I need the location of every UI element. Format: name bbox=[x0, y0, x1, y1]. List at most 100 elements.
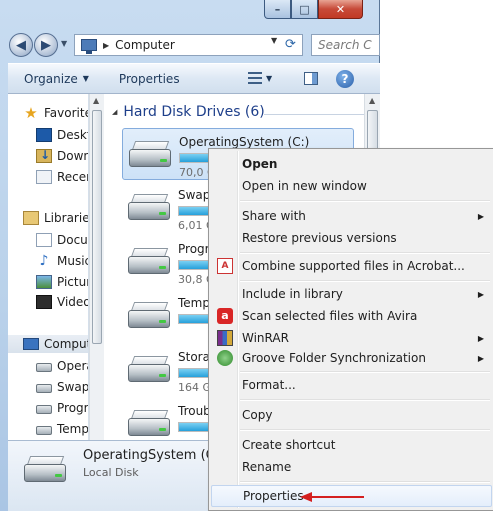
breadcrumb-separator-icon[interactable]: ▶ bbox=[103, 41, 109, 50]
view-list-icon bbox=[248, 72, 262, 84]
nav-item-drive-programs[interactable]: Programs bbox=[36, 399, 88, 417]
context-menu: Open Open in new window Share with ▶ Rest… bbox=[208, 148, 493, 511]
nav-scrollbar[interactable]: ▲ bbox=[89, 94, 104, 440]
libraries-icon bbox=[23, 211, 39, 225]
menu-item-groove[interactable]: Groove Folder Synchronization ▶ bbox=[211, 347, 492, 369]
address-bar[interactable]: ▶ Computer ▼ ⟳ bbox=[74, 34, 303, 56]
back-arrow-icon: ◀ bbox=[16, 37, 26, 53]
video-filmstrip-icon bbox=[36, 295, 52, 309]
preview-pane-icon[interactable] bbox=[304, 72, 318, 85]
address-dropdown-icon[interactable]: ▼ bbox=[271, 36, 277, 45]
scroll-up-icon[interactable]: ▲ bbox=[93, 96, 99, 105]
desktop-icon bbox=[36, 128, 52, 142]
menu-separator bbox=[240, 252, 490, 254]
chevron-down-icon: ▼ bbox=[82, 74, 89, 83]
hard-drive-icon bbox=[36, 384, 52, 393]
nav-item-videos[interactable]: Videos bbox=[36, 293, 88, 311]
maximize-button[interactable]: □ bbox=[291, 0, 318, 19]
nav-label: Downloads bbox=[57, 149, 89, 163]
command-bar: Organize ▼ Properties ▼ ? bbox=[8, 63, 380, 94]
forward-button[interactable]: ▶ bbox=[34, 33, 58, 57]
recent-places-icon bbox=[36, 170, 52, 184]
nav-item-pictures[interactable]: Pictures bbox=[36, 273, 88, 291]
menu-item-combine-acrobat[interactable]: A Combine supported files in Acrobat... bbox=[211, 255, 492, 277]
help-icon[interactable]: ? bbox=[336, 70, 354, 88]
menu-label: Create shortcut bbox=[242, 438, 336, 452]
nav-item-drive-swap[interactable]: Swap bbox=[36, 378, 89, 396]
computer-icon bbox=[23, 338, 39, 350]
caption-buttons: – □ ✕ bbox=[264, 0, 363, 20]
nav-item-drive-temp[interactable]: Temp bbox=[36, 420, 89, 438]
menu-item-rename[interactable]: Rename bbox=[211, 456, 492, 478]
nav-item-drive-os[interactable]: OperatingSystem (C:) bbox=[36, 357, 88, 375]
scroll-up-icon[interactable]: ▲ bbox=[369, 96, 375, 105]
group-divider bbox=[264, 114, 374, 115]
menu-item-share-with[interactable]: Share with ▶ bbox=[211, 205, 492, 227]
nav-item-favorites[interactable]: ★ Favorites bbox=[23, 104, 88, 122]
properties-label: Properties bbox=[118, 71, 180, 86]
menu-item-restore-previous[interactable]: Restore previous versions bbox=[211, 227, 492, 249]
organize-button[interactable]: Organize ▼ bbox=[24, 72, 89, 86]
submenu-arrow-icon: ▶ bbox=[477, 333, 484, 343]
hard-drive-icon bbox=[36, 426, 52, 435]
nav-item-downloads[interactable]: Downloads bbox=[36, 147, 89, 165]
nav-label: Swap bbox=[57, 380, 89, 394]
search-input[interactable]: Search C bbox=[311, 34, 380, 56]
music-note-icon: ♪ bbox=[39, 253, 49, 269]
properties-button[interactable]: Properties bbox=[119, 72, 180, 86]
nav-item-recent[interactable]: Recent Places bbox=[36, 168, 88, 186]
details-item-type: Local Disk bbox=[83, 466, 139, 479]
refresh-icon[interactable]: ⟳ bbox=[285, 37, 296, 52]
nav-item-computer[interactable]: Computer bbox=[8, 335, 88, 353]
change-view-button[interactable]: ▼ bbox=[248, 72, 272, 84]
nav-label: OperatingSystem (C:) bbox=[57, 359, 88, 373]
star-icon: ★ bbox=[24, 104, 38, 122]
menu-item-winrar[interactable]: WinRAR ▶ bbox=[211, 327, 492, 349]
drive-name: Temp bbox=[178, 296, 210, 310]
scrollbar-thumb[interactable] bbox=[92, 110, 102, 344]
acrobat-icon: A bbox=[217, 258, 233, 274]
nav-item-music[interactable]: ♪ Music bbox=[36, 252, 89, 270]
menu-item-open-new-window[interactable]: Open in new window bbox=[211, 175, 492, 197]
minimize-button[interactable]: – bbox=[264, 0, 291, 19]
groove-sync-icon bbox=[217, 350, 233, 366]
group-header[interactable]: ◢ Hard Disk Drives (6) bbox=[112, 104, 265, 120]
drive-name: Troub bbox=[178, 404, 211, 418]
details-item-name: OperatingSystem (C:) bbox=[83, 448, 225, 463]
hard-drive-icon bbox=[36, 363, 52, 372]
drive-free-space: 164 G bbox=[178, 381, 212, 394]
breadcrumb-computer[interactable]: Computer bbox=[115, 38, 175, 52]
nav-label: Music bbox=[57, 254, 89, 268]
menu-label: Properties bbox=[243, 489, 304, 503]
menu-item-open[interactable]: Open bbox=[211, 153, 492, 175]
menu-separator bbox=[240, 399, 490, 401]
menu-item-include-library[interactable]: Include in library ▶ bbox=[211, 283, 492, 305]
close-button[interactable]: ✕ bbox=[318, 0, 363, 19]
nav-label: Libraries bbox=[44, 211, 89, 225]
forward-arrow-icon: ▶ bbox=[41, 37, 51, 53]
documents-icon bbox=[36, 233, 52, 247]
drive-name: OperatingSystem (C:) bbox=[179, 135, 310, 149]
menu-label: Open bbox=[242, 157, 278, 171]
nav-label: Favorites bbox=[44, 106, 88, 120]
drive-name: Swap bbox=[178, 188, 211, 202]
menu-label: Include in library bbox=[242, 287, 343, 301]
red-arrow-icon bbox=[300, 492, 364, 502]
submenu-arrow-icon: ▶ bbox=[477, 211, 484, 221]
nav-item-libraries[interactable]: Libraries bbox=[23, 209, 89, 227]
menu-item-copy[interactable]: Copy bbox=[211, 404, 492, 426]
nav-label: Temp bbox=[57, 422, 89, 436]
recent-pages-dropdown[interactable]: ▼ bbox=[61, 39, 67, 48]
drive-name: Progr bbox=[178, 242, 210, 256]
back-button[interactable]: ◀ bbox=[9, 33, 33, 57]
nav-item-documents[interactable]: Documents bbox=[36, 231, 88, 249]
collapse-triangle-icon[interactable]: ◢ bbox=[112, 108, 117, 116]
nav-item-desktop[interactable]: Desktop bbox=[36, 126, 88, 144]
menu-item-scan-avira[interactable]: a Scan selected files with Avira bbox=[211, 305, 492, 327]
nav-label: Recent Places bbox=[57, 170, 88, 184]
menu-label: WinRAR bbox=[242, 331, 289, 345]
menu-item-create-shortcut[interactable]: Create shortcut bbox=[211, 434, 492, 456]
hard-drive-icon bbox=[128, 302, 170, 332]
submenu-arrow-icon: ▶ bbox=[477, 289, 484, 299]
menu-item-format[interactable]: Format... bbox=[211, 374, 492, 396]
